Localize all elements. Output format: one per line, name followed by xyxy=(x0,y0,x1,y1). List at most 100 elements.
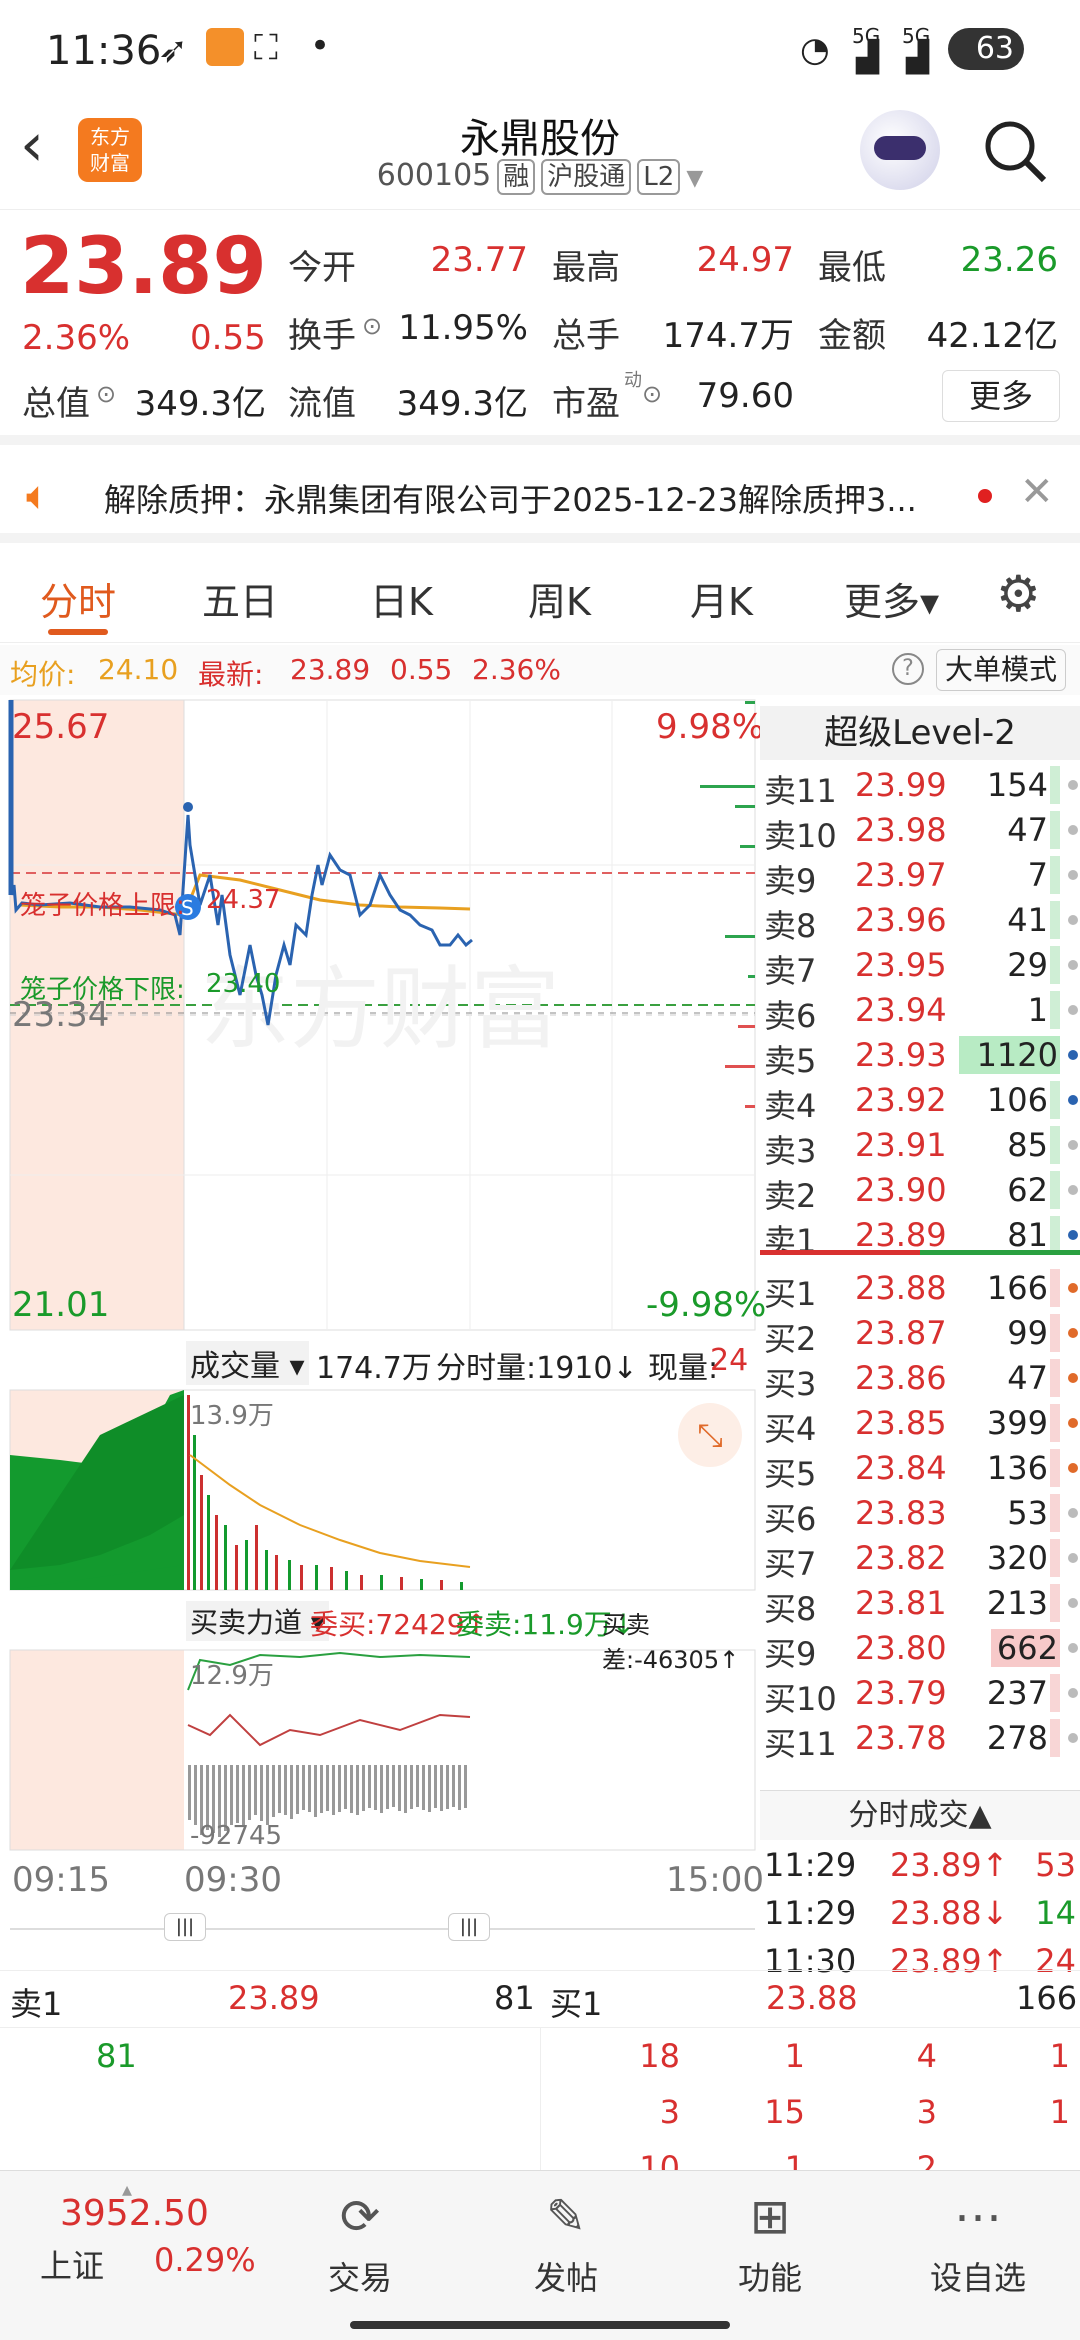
force-max: 12.9万 xyxy=(190,1661,274,1691)
volume-header: 成交量 ▾ 174.7万 分时量:1910↓ 现量: 24 xyxy=(0,1335,760,1387)
order-sell-row[interactable]: 卖8 23.96 41 xyxy=(760,897,1080,945)
order-volume: 136 xyxy=(987,1449,1060,1487)
more-button[interactable]: 更多 xyxy=(942,370,1060,422)
info-icon[interactable]: ⊙ xyxy=(362,312,382,340)
nav-add-watchlist-label: 设自选 xyxy=(929,2259,1026,2297)
info-icon[interactable]: ⊙ xyxy=(642,380,662,408)
order-buy-row[interactable]: 买2 23.87 99 xyxy=(760,1310,1080,1358)
quote-panel: 23.89 2.36% 0.55 今开 23.77 最高 24.97 最低 23… xyxy=(0,210,1080,445)
order-sell-row[interactable]: 卖7 23.95 29 xyxy=(760,942,1080,990)
range-handle-right[interactable]: ||| xyxy=(448,1913,490,1941)
order-price: 23.81 xyxy=(855,1584,947,1622)
notice-bar[interactable]: 🔈︎ 解除质押：永鼎集团有限公司于2025-12-23解除质押3... ✕ xyxy=(0,455,1080,543)
tick-trades[interactable]: 分时成交▲ 11:29 23.89↑ 53 11:29 23.88↓ 14 11:30 23.… xyxy=(760,1790,1080,1984)
index-name[interactable]: 上证 xyxy=(40,2241,104,2287)
help-icon[interactable]: ? xyxy=(892,653,924,685)
tab-daily-k[interactable]: 日K xyxy=(370,571,433,626)
order-sell-row[interactable]: 卖6 23.94 1 xyxy=(760,987,1080,1035)
order-dot xyxy=(1068,1140,1078,1150)
nav-functions[interactable]: ⊞ 功能 xyxy=(700,2189,840,2299)
order-level-label: 卖1 xyxy=(764,1222,817,1260)
tick-volume: 14 xyxy=(1035,1894,1076,1932)
order-buy-row[interactable]: 买10 23.79 237 xyxy=(760,1670,1080,1718)
order-price: 23.96 xyxy=(855,901,947,939)
expand-icon[interactable]: ⤡ xyxy=(678,1403,742,1467)
order-dot xyxy=(1068,1463,1078,1473)
nav-post[interactable]: ✎ 发帖 xyxy=(496,2189,636,2299)
order-level-label: 买4 xyxy=(764,1410,817,1448)
tick-volume: 53 xyxy=(1035,1846,1076,1884)
close-icon[interactable]: ✕ xyxy=(1020,469,1054,515)
order-level-label: 卖7 xyxy=(764,952,817,990)
order-price: 23.82 xyxy=(855,1539,947,1577)
upper-limit-value: 24.37 xyxy=(206,885,281,915)
volume-indicator-select[interactable]: 成交量 ▾ xyxy=(186,1341,309,1385)
order-volume: 662 xyxy=(990,1629,1060,1667)
order-price: 23.89 xyxy=(855,1216,947,1254)
nav-add-watchlist[interactable]: ⋯ 设自选 xyxy=(908,2189,1048,2299)
big-order-mode-button[interactable]: 大单模式 xyxy=(936,649,1067,691)
info-icon[interactable]: ⊙ xyxy=(96,380,116,408)
range-handle-left[interactable]: ||| xyxy=(164,1913,206,1941)
robot-assistant-icon[interactable] xyxy=(860,110,940,190)
order-sell-row[interactable]: 卖11 23.99 154 xyxy=(760,762,1080,810)
tab-weekly-k[interactable]: 周K xyxy=(528,571,591,626)
order-buy-row[interactable]: 买4 23.85 399 xyxy=(760,1400,1080,1448)
force-indicator-select[interactable]: 买卖力道 ▾ xyxy=(186,1601,329,1641)
order-buy-row[interactable]: 买11 23.78 278 xyxy=(760,1715,1080,1763)
order-level-label: 卖5 xyxy=(764,1042,817,1080)
buy-queue-item: 3 xyxy=(916,2093,937,2131)
level2-title[interactable]: 超级Level-2 xyxy=(760,706,1080,760)
change-percent: 2.36% xyxy=(22,318,131,358)
pe-superscript: 动 xyxy=(624,370,642,391)
wifi-icon: ◔ xyxy=(800,30,830,70)
volume-total: 174.7万 xyxy=(316,1351,432,1386)
order-level-label: 买10 xyxy=(764,1680,837,1718)
high-value: 24.97 xyxy=(696,240,794,280)
queue-sell1-label: 卖1 xyxy=(10,1985,63,2023)
gear-icon[interactable]: ⚙ xyxy=(996,565,1041,623)
index-pct[interactable]: 0.29% xyxy=(154,2241,256,2279)
open-label: 今开 xyxy=(288,248,356,288)
order-buy-row[interactable]: 买6 23.83 53 xyxy=(760,1490,1080,1538)
volume-now: 24 xyxy=(710,1343,749,1378)
buy-queue-item: 4 xyxy=(916,2037,937,2075)
order-price: 23.85 xyxy=(855,1404,947,1442)
order-volume: 53 xyxy=(1007,1494,1060,1532)
intraday-chart[interactable]: 东方财富 S 25.67 9.98% 23.34 21.01 -9.98% 笼子… xyxy=(0,695,766,1941)
order-buy-row[interactable]: 买9 23.80 662 xyxy=(760,1625,1080,1673)
tab-more[interactable]: 更多▾ xyxy=(844,571,939,626)
chevron-down-icon[interactable]: ▼ xyxy=(686,166,703,191)
order-dot xyxy=(1068,1598,1078,1608)
y-axis-max: 25.67 xyxy=(12,707,110,747)
order-level-label: 买6 xyxy=(764,1500,817,1538)
avg-label: 均价: xyxy=(10,658,76,691)
tick-row: 11:29 23.88↓ 14 xyxy=(760,1888,1080,1936)
order-sell-row[interactable]: 卖3 23.91 85 xyxy=(760,1122,1080,1170)
tab-five-day[interactable]: 五日 xyxy=(202,571,278,626)
order-sell-row[interactable]: 卖10 23.98 47 xyxy=(760,807,1080,855)
search-icon[interactable] xyxy=(982,118,1048,184)
order-sell-row[interactable]: 卖5 23.93 1120 xyxy=(760,1032,1080,1080)
order-volume: 47 xyxy=(1007,1359,1060,1397)
order-sell-row[interactable]: 卖2 23.90 62 xyxy=(760,1167,1080,1215)
order-buy-row[interactable]: 买8 23.81 213 xyxy=(760,1580,1080,1628)
mktcap-value: 349.3亿 xyxy=(134,384,266,424)
order-buy-row[interactable]: 买5 23.84 136 xyxy=(760,1445,1080,1493)
queue-sell1-price: 23.89 xyxy=(228,1979,320,2017)
tab-intraday[interactable]: 分时 xyxy=(40,571,116,626)
order-buy-row[interactable]: 买3 23.86 47 xyxy=(760,1355,1080,1403)
order-buy-row[interactable]: 买7 23.82 320 xyxy=(760,1535,1080,1583)
order-sell-row[interactable]: 卖9 23.97 7 xyxy=(760,852,1080,900)
notice-text[interactable]: 解除质押：永鼎集团有限公司于2025-12-23解除质押3... xyxy=(104,475,917,521)
tick-trades-title[interactable]: 分时成交▲ xyxy=(760,1790,1080,1840)
low-label: 最低 xyxy=(818,248,886,288)
order-volume: 41 xyxy=(1007,901,1060,939)
index-value[interactable]: 3952.50 xyxy=(60,2193,209,2234)
tick-price: 23.89↑ xyxy=(890,1846,1009,1884)
order-sell-row[interactable]: 卖4 23.92 106 xyxy=(760,1077,1080,1125)
tab-monthly-k[interactable]: 月K xyxy=(690,571,753,626)
order-buy-row[interactable]: 买1 23.88 166 xyxy=(760,1265,1080,1313)
unread-dot xyxy=(978,489,992,503)
nav-trade[interactable]: ⟳ 交易 xyxy=(290,2189,430,2299)
